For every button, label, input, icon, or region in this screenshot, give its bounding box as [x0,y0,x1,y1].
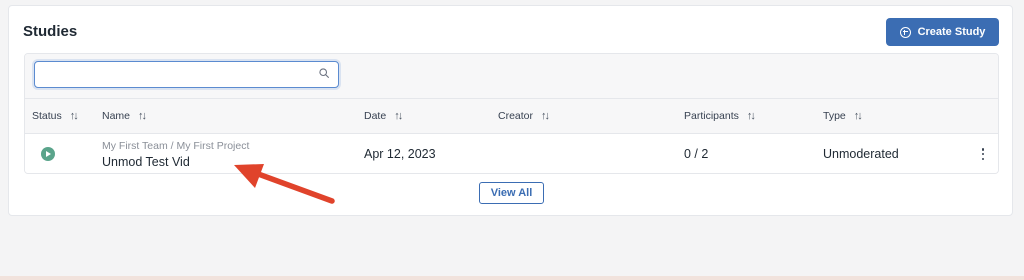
column-header-label: Name [102,110,131,122]
column-header-label: Status [32,110,62,122]
study-path: My First Team / My First Project [102,140,250,152]
column-header-label: Creator [498,110,534,122]
search-icon [319,68,329,78]
column-header-label: Date [364,110,387,122]
column-header-name[interactable]: Name ↑↓ [102,99,147,133]
sort-icon: ↑↓ [394,110,403,122]
plus-circle-icon [899,26,911,38]
view-all-button[interactable]: View All [479,182,544,204]
search-box[interactable] [34,61,339,88]
search-input[interactable] [41,62,315,88]
study-type: Unmoderated [823,147,899,161]
annotation-arrow-icon [234,164,335,204]
column-header-label: Participants [684,110,739,122]
table-toolbar [25,54,998,99]
study-name[interactable]: Unmod Test Vid [102,155,190,169]
column-header-status[interactable]: Status ↑↓ [32,99,79,133]
sort-icon: ↑↓ [541,110,550,122]
play-circle-icon [41,147,55,161]
sort-icon: ↑↓ [853,110,863,122]
kebab-menu-icon[interactable] [980,146,986,162]
sort-icon: ↑↓ [69,110,79,122]
page-bottom-edge [0,276,1024,280]
table-header-row: Status ↑↓ Name ↑↓ Date ↑↓ Creator ↑↓ Par… [25,99,998,134]
sort-icon: ↑↓ [746,110,756,122]
page-title: Studies [23,23,78,40]
studies-card: Studies Create Study Status ↑↓ Name ↑↓ D… [8,5,1013,216]
table-row[interactable]: My First Team / My First Project Unmod T… [25,134,998,173]
column-header-participants[interactable]: Participants ↑↓ [684,99,756,133]
create-study-button[interactable]: Create Study [886,18,999,46]
study-date: Apr 12, 2023 [364,147,436,161]
column-header-date[interactable]: Date ↑↓ [364,99,403,133]
studies-table: Status ↑↓ Name ↑↓ Date ↑↓ Creator ↑↓ Par… [24,53,999,174]
study-participants: 0 / 2 [684,147,709,161]
sort-icon: ↑↓ [138,110,147,122]
column-header-creator[interactable]: Creator ↑↓ [498,99,550,133]
column-header-type[interactable]: Type ↑↓ [823,99,863,133]
create-study-label: Create Study [917,26,986,38]
column-header-label: Type [823,110,846,122]
